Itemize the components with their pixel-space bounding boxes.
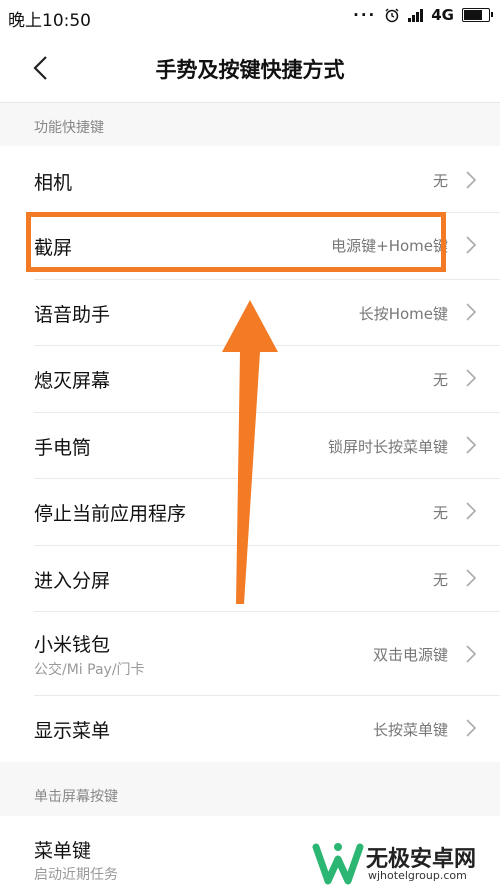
more-dots-icon: ··· — [353, 6, 377, 24]
chevron-right-icon — [466, 569, 477, 587]
status-time: 晚上10:50 — [8, 11, 91, 31]
section-title: 单击屏幕按键 — [34, 789, 118, 805]
row-label: 显示菜单 — [34, 720, 111, 742]
chevron-right-icon — [466, 171, 477, 189]
row-label: 小米钱包 — [34, 634, 111, 656]
section-header-screen-buttons: 单击屏幕按键 — [0, 762, 500, 816]
signal-icon — [408, 8, 424, 22]
status-bar: 晚上10:50 ··· 4G — [0, 0, 500, 34]
row-subtitle: 启动近期任务 — [34, 867, 118, 883]
chevron-right-icon — [466, 436, 477, 454]
chevron-right-icon — [466, 303, 477, 321]
row-label: 进入分屏 — [34, 570, 111, 592]
row-value: 无 — [432, 504, 448, 522]
row-value: 锁屏时长按菜单键 — [327, 438, 448, 456]
row-label: 停止当前应用程序 — [34, 503, 187, 525]
chevron-right-icon — [466, 502, 477, 520]
setting-row-mi-wallet[interactable]: 小米钱包 公交/Mi Pay/门卡 双击电源键 — [0, 612, 500, 696]
section-header-shortcuts: 功能快捷键 — [0, 103, 500, 146]
chevron-right-icon — [466, 236, 477, 254]
battery-icon — [462, 8, 493, 22]
row-value: 无 — [432, 371, 448, 389]
chevron-right-icon — [466, 719, 477, 737]
watermark-logo-icon — [312, 843, 364, 885]
row-value: 无 — [432, 172, 448, 190]
row-label: 相机 — [34, 172, 73, 194]
alarm-icon — [385, 8, 399, 23]
highlight-box — [26, 212, 446, 272]
row-label: 语音助手 — [34, 304, 111, 326]
annotation-arrow-icon — [222, 300, 278, 604]
status-icons: ··· 4G — [353, 6, 493, 24]
row-label: 熄灭屏幕 — [34, 370, 111, 392]
row-value: 长按Home键 — [358, 305, 448, 323]
row-label: 菜单键 — [34, 840, 92, 862]
watermark: 无极安卓网 wjhotelgroup.com — [310, 837, 500, 889]
row-subtitle: 公交/Mi Pay/门卡 — [34, 662, 145, 678]
row-label: 手电筒 — [34, 437, 92, 459]
chevron-right-icon — [466, 645, 477, 663]
watermark-url: wjhotelgroup.com — [368, 869, 467, 882]
page-title: 手势及按键快捷方式 — [155, 58, 345, 82]
title-bar: 手势及按键快捷方式 — [0, 34, 500, 103]
row-value: 双击电源键 — [372, 646, 448, 664]
section-title: 功能快捷键 — [34, 120, 104, 136]
setting-row-show-menu[interactable]: 显示菜单 长按菜单键 — [0, 696, 500, 762]
row-value: 长按菜单键 — [372, 721, 448, 739]
chevron-right-icon — [466, 369, 477, 387]
row-value: 无 — [432, 571, 448, 589]
network-type: 4G — [431, 6, 454, 24]
setting-row-camera[interactable]: 相机 无 — [0, 146, 500, 213]
